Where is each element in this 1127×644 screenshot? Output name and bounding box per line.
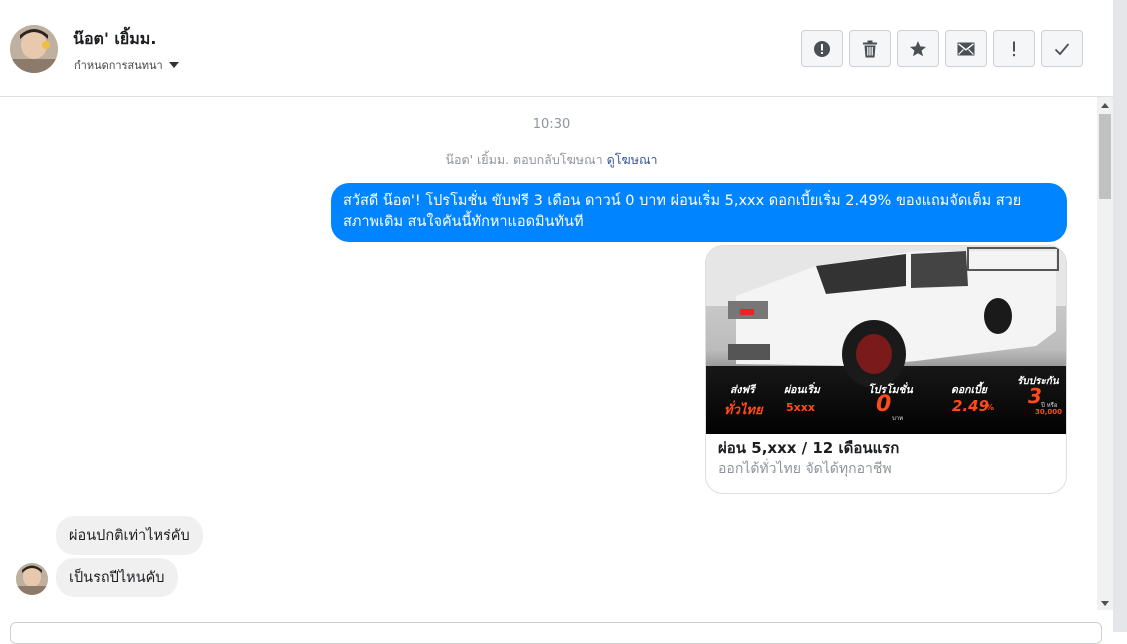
follow-up-button[interactable] — [993, 30, 1035, 67]
ad-card[interactable]: ส่งฟรี ทั่วไทย ผ่อนเริ่ม 5xxx โปรโมชั่น … — [705, 245, 1067, 494]
star-icon — [910, 40, 926, 56]
contact-name[interactable]: น๊อต' เยิ้มม. — [73, 27, 156, 52]
alert-circle-icon — [814, 40, 830, 57]
assign-label: กำหนดการสนทนา — [74, 59, 163, 72]
ad-card-subtitle: ออกได้ทั่วไทย จัดได้ทุกอาชีพ — [718, 461, 892, 477]
sender-avatar — [16, 563, 48, 595]
mark-done-button[interactable] — [1041, 30, 1083, 67]
message-timestamp: 10:30 — [532, 117, 571, 132]
promo-value-4: 2.49 — [952, 397, 990, 415]
mark-spam-button[interactable] — [801, 30, 843, 67]
scrollbar-thumb[interactable] — [1099, 114, 1111, 199]
incoming-message: เป็นรถปีไหนคับ — [56, 558, 178, 597]
outgoing-message: สวัสดี น๊อต'! โปรโมชั่น ขับฟรี 3 เดือน ด… — [331, 183, 1067, 242]
view-ad-link[interactable]: ดูโฆษณา — [607, 152, 658, 167]
thread-scrollbar[interactable] — [1097, 97, 1113, 610]
promo-label-4: ดอกเบี้ย — [951, 384, 987, 396]
contact-avatar[interactable] — [10, 25, 58, 73]
trash-icon — [863, 40, 877, 57]
checkmark-icon — [1054, 42, 1070, 55]
promo-label-1: ส่งฟรี — [730, 384, 755, 396]
message-thread: 10:30 น๊อต' เยิ้มม. ตอบกลับโฆษณา ดูโฆษณา… — [0, 97, 1097, 632]
promo-small-1: บาท — [892, 415, 904, 422]
conversation-toolbar — [801, 30, 1083, 67]
promo-small-4: 30,000 — [1035, 408, 1063, 416]
caret-down-icon — [168, 62, 179, 68]
delete-button[interactable] — [849, 30, 891, 67]
assign-conversation-dropdown[interactable]: กำหนดการสนทนา — [74, 56, 179, 74]
exclamation-icon — [1013, 41, 1015, 56]
promo-value-5: 3 — [1028, 384, 1042, 408]
message-composer[interactable] — [10, 622, 1102, 644]
mark-unread-button[interactable] — [945, 30, 987, 67]
ad-reply-text: น๊อต' เยิ้มม. ตอบกลับโฆษณา — [445, 152, 603, 167]
scroll-down-arrow-icon[interactable] — [1101, 601, 1109, 606]
star-button[interactable] — [897, 30, 939, 67]
promo-value-2: 5xxx — [786, 401, 815, 414]
ad-card-title: ผ่อน 5,xxx / 12 เดือนแรก — [718, 439, 900, 457]
scroll-up-arrow-icon[interactable] — [1101, 103, 1109, 108]
promo-small-2: % — [986, 403, 995, 412]
promo-value-1: ทั่วไทย — [724, 403, 763, 418]
conversation-header: น๊อต' เยิ้มม. กำหนดการสนทนา — [0, 0, 1113, 97]
incoming-message: ผ่อนปกติเท่าไหร่คับ — [56, 516, 203, 555]
promo-value-3: 0 — [876, 392, 892, 417]
envelope-icon — [957, 42, 975, 55]
promo-label-2: ผ่อนเริ่ม — [784, 384, 820, 396]
side-panel-edge — [1113, 0, 1127, 632]
ad-reply-notice: น๊อต' เยิ้มม. ตอบกลับโฆษณา ดูโฆษณา — [0, 150, 1103, 170]
